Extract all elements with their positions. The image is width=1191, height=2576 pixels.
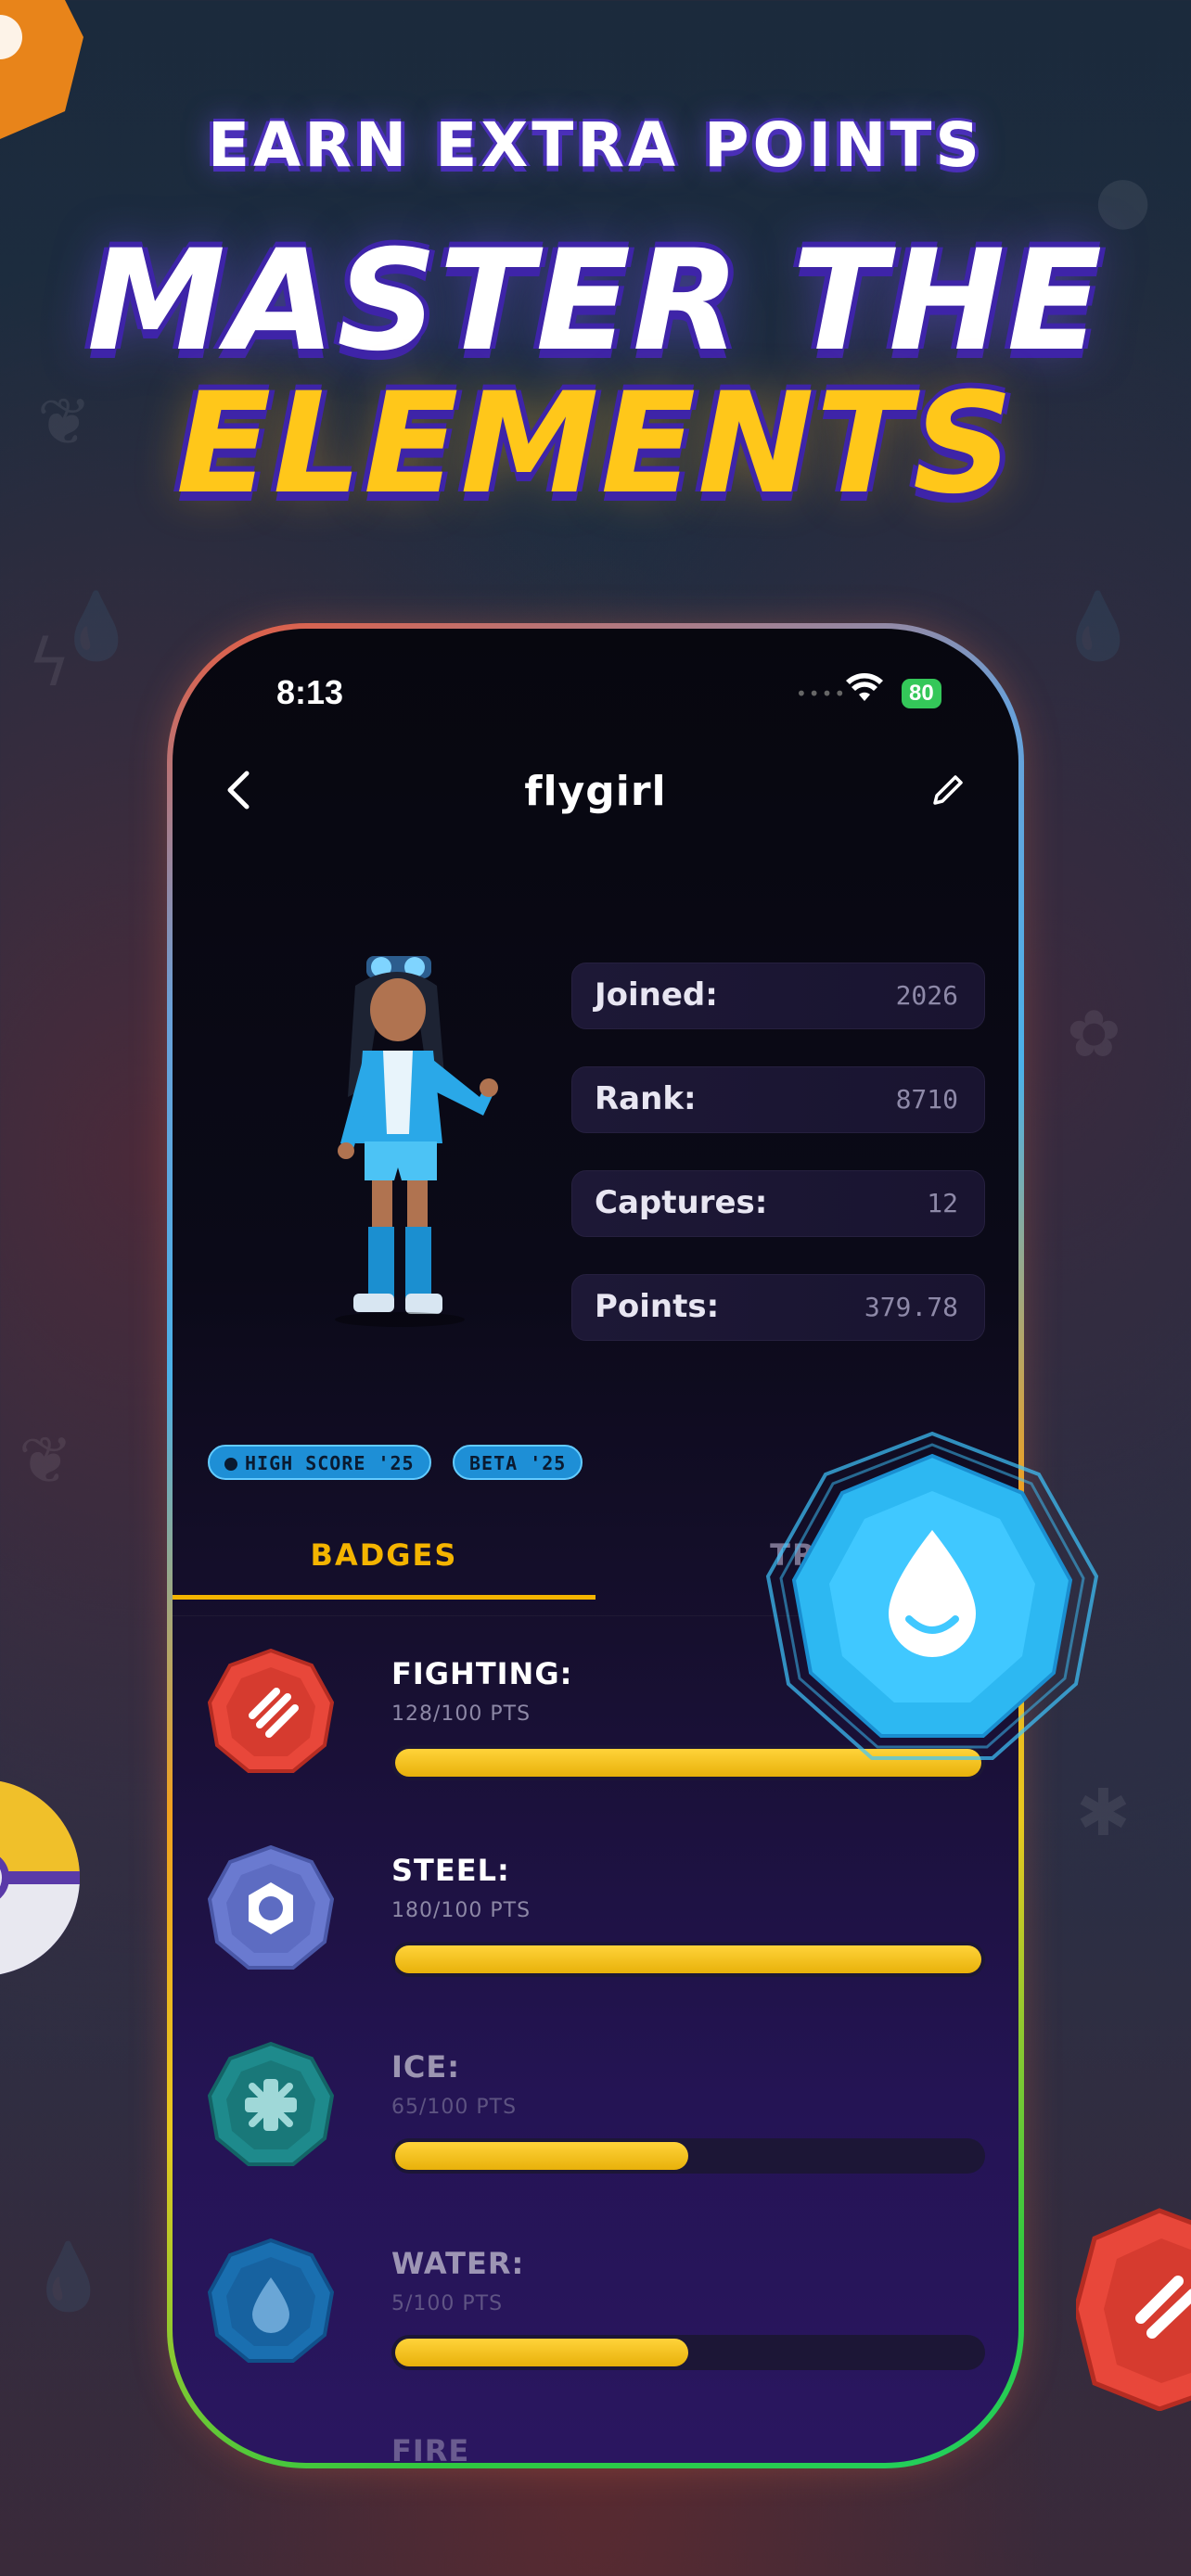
stat-label: Points:	[595, 1288, 720, 1325]
badge-points: 65/100 PTS	[391, 2096, 518, 2119]
badge-row-steel[interactable]: STEEL: 180/100 PTS	[173, 1825, 1018, 2010]
promo-title-line2: ELEMENTS	[175, 363, 1016, 525]
promo-eyebrow: EARN EXTRA POINTS	[208, 109, 983, 181]
water-drop-gem-icon	[765, 1431, 1099, 1760]
fighting-gem-icon	[1076, 2208, 1191, 2411]
bg-drop-icon: 💧	[1057, 588, 1139, 664]
stat-points: Points: 379.78	[571, 1274, 985, 1341]
bg-bolt-icon: ϟ	[28, 625, 71, 701]
bg-gear-icon: ✿	[1067, 996, 1121, 1072]
bg-drop-icon: 💧	[28, 2238, 109, 2315]
signal-dots-icon: ••••	[796, 682, 848, 705]
stat-rank: Rank: 8710	[571, 1066, 985, 1133]
trainer-avatar	[335, 956, 498, 1327]
badge-name: FIGHTING:	[391, 1656, 573, 1691]
badge-row-water[interactable]: WATER: 5/100 PTS	[173, 2218, 1018, 2404]
stat-captures: Captures: 12	[571, 1170, 985, 1237]
status-bar: 8:13 •••• 80	[173, 673, 1018, 720]
profile-username: flygirl	[524, 768, 667, 815]
stat-label: Rank:	[595, 1080, 697, 1117]
progress-fill	[395, 1945, 981, 1973]
badge-row-peek-label: FIRE	[391, 2433, 470, 2463]
progress-fill	[395, 2339, 688, 2366]
badge-points: 5/100 PTS	[391, 2292, 504, 2315]
stat-value: 2026	[895, 980, 958, 1011]
capture-ball-icon	[0, 1780, 80, 1975]
progress-track	[391, 2138, 985, 2174]
edit-pencil-icon[interactable]	[929, 772, 967, 818]
bg-snowflake-icon: ✱	[1076, 1775, 1131, 1851]
stat-value: 379.78	[864, 1292, 958, 1322]
fist-icon	[208, 1649, 334, 1773]
status-time: 8:13	[276, 673, 344, 711]
badge-points: 128/100 PTS	[391, 1702, 531, 1726]
stat-label: Captures:	[595, 1184, 768, 1221]
snowflake-icon	[208, 2042, 334, 2166]
badge-name: STEEL:	[391, 1853, 510, 1888]
progress-track	[391, 1942, 985, 1977]
tag-beta: BETA '25	[453, 1445, 583, 1480]
wifi-icon	[846, 673, 883, 711]
stat-label: Joined:	[595, 976, 718, 1014]
battery-indicator: 80	[902, 679, 941, 708]
tag-label: BETA '25	[469, 1452, 567, 1474]
stat-value: 12	[927, 1188, 958, 1218]
hexnut-icon	[208, 1845, 334, 1970]
tab-badges[interactable]: BADGES	[173, 1537, 596, 1600]
badge-name: WATER:	[391, 2246, 525, 2281]
coin-icon	[224, 1458, 237, 1471]
drop-icon	[208, 2238, 334, 2363]
badge-row-ice[interactable]: ICE: 65/100 PTS	[173, 2021, 1018, 2207]
promo-title-line1: MASTER THE	[86, 221, 1105, 382]
tag-label: HIGH SCORE '25	[245, 1452, 415, 1474]
tag-high-score: HIGH SCORE '25	[208, 1445, 431, 1480]
stat-joined: Joined: 2026	[571, 963, 985, 1029]
badge-points: 180/100 PTS	[391, 1899, 531, 1922]
bg-leaf-icon: ❦	[19, 1422, 73, 1498]
progress-track	[391, 2335, 985, 2370]
top-nav: flygirl	[173, 768, 1018, 833]
stat-value: 8710	[895, 1084, 958, 1115]
badge-name: ICE:	[391, 2049, 461, 2085]
progress-fill	[395, 2142, 688, 2170]
